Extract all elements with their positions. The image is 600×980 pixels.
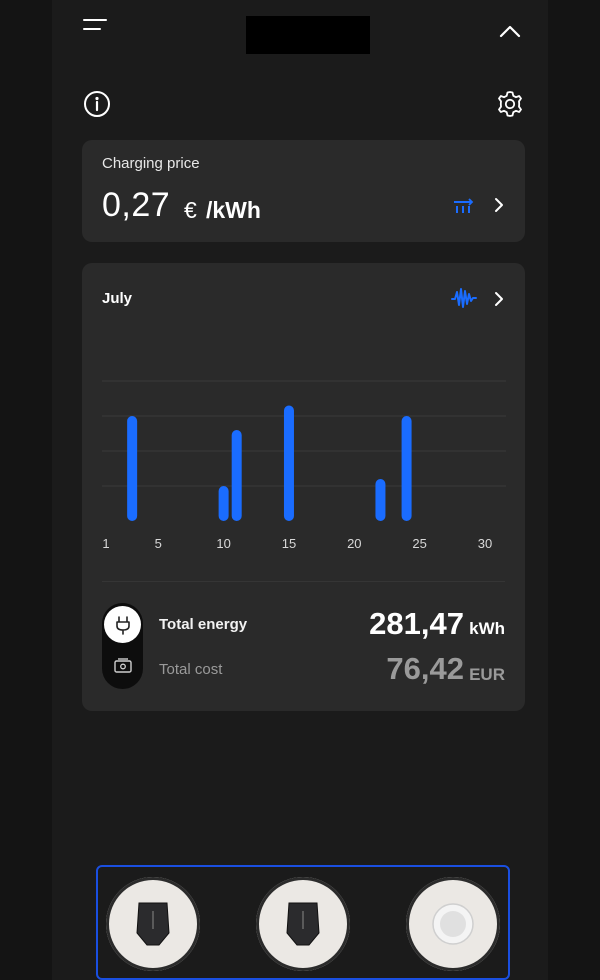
- chevron-right-icon[interactable]: [492, 290, 506, 308]
- chart-bar: [283, 405, 294, 521]
- wallbox-charger-icon: [286, 902, 320, 946]
- energy-cost-toggle[interactable]: [102, 603, 143, 689]
- chart-bar: [375, 479, 386, 521]
- redacted-title: [246, 16, 370, 54]
- chart-x-tick-label: 5: [155, 536, 162, 551]
- wallet-icon: [114, 658, 132, 673]
- device-selector: [96, 865, 510, 980]
- charging-price-value: 0,27: [102, 186, 171, 224]
- charging-price-unit: /kWh: [206, 197, 261, 223]
- waveform-icon[interactable]: [450, 285, 478, 311]
- chart-bar: [218, 486, 229, 521]
- chevron-up-icon[interactable]: [496, 20, 524, 42]
- chart-x-tick-label: 15: [282, 536, 296, 551]
- total-cost-unit: EUR: [469, 665, 505, 684]
- energy-toggle-option[interactable]: [104, 606, 141, 643]
- total-energy-value: 281,47: [369, 606, 464, 641]
- wallbox-charger-icon: [136, 902, 170, 946]
- chart-bar: [127, 416, 138, 521]
- daily-energy-bar-chart: 1 5 10 15 20 25 30: [102, 380, 506, 551]
- cost-toggle-option[interactable]: [104, 649, 141, 686]
- total-energy-unit: kWh: [469, 619, 505, 638]
- chart-x-tick-label: 20: [347, 536, 361, 551]
- device-charger-1[interactable]: [106, 877, 200, 971]
- tariff-list-icon: [452, 196, 476, 216]
- chart-x-tick-label: 30: [478, 536, 492, 551]
- info-icon[interactable]: [82, 89, 112, 119]
- chart-x-tick-label: 10: [216, 536, 230, 551]
- chart-x-tick-label: 1: [102, 536, 109, 551]
- plug-icon: [116, 616, 130, 635]
- total-energy-label: Total energy: [159, 616, 248, 633]
- device-charger-3[interactable]: [406, 877, 500, 971]
- chart-bar: [231, 430, 242, 521]
- monthly-stats-card: July 1 5 10 15 20 25 30 Total energy Total cos…: [82, 263, 525, 711]
- hamburger-menu-icon[interactable]: [82, 16, 108, 36]
- charging-price-card[interactable]: Charging price 0,27 € /kWh: [82, 140, 525, 242]
- charging-price-label: Charging price: [102, 155, 200, 172]
- gear-icon[interactable]: [495, 89, 525, 119]
- charging-price-currency: €: [184, 197, 197, 223]
- device-charger-2[interactable]: [256, 877, 350, 971]
- chart-x-tick-label: 25: [412, 536, 426, 551]
- total-cost-label: Total cost: [159, 661, 223, 678]
- month-label: July: [102, 290, 133, 307]
- divider: [102, 581, 505, 582]
- chevron-right-icon[interactable]: [492, 196, 506, 214]
- total-cost-value: 76,42: [386, 651, 464, 686]
- round-charger-icon: [432, 903, 474, 945]
- chart-bar: [401, 416, 412, 521]
